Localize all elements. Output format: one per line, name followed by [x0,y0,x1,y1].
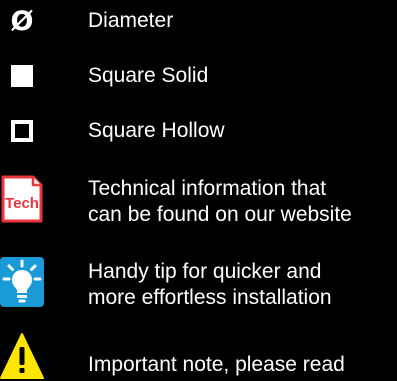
warning-triangle-icon [0,332,44,381]
square-solid-icon [0,61,44,91]
legend-row-important-note: Important note, please read [0,332,397,381]
tech-document-icon: Tech [0,174,44,224]
svg-text:Tech: Tech [5,195,39,212]
legend-label-square-solid: Square Solid [88,64,209,87]
legend-label-handy-tip: Handy tip for quicker and more effortles… [88,260,332,309]
legend-label-diameter: Diameter [88,9,174,32]
diameter-symbol-icon: Ø [10,5,34,37]
square-hollow-icon [0,116,44,146]
legend-row-technical-info: Tech Technical information that can be f… [0,172,397,230]
legend-row-square-solid: Square Solid [0,61,397,91]
legend-label-square-hollow: Square Hollow [88,119,225,142]
legend-row-square-hollow: Square Hollow [0,116,397,146]
legend-label-important-note: Important note, please read [88,353,345,376]
symbol-legend: Ø Diameter Square Solid Square Hollow Te… [0,0,397,381]
legend-row-handy-tip: Handy tip for quicker and more effortles… [0,255,397,311]
legend-label-technical-info: Technical information that can be found … [88,177,352,226]
legend-row-diameter: Ø Diameter [0,6,397,36]
lightbulb-tip-icon [0,257,44,307]
